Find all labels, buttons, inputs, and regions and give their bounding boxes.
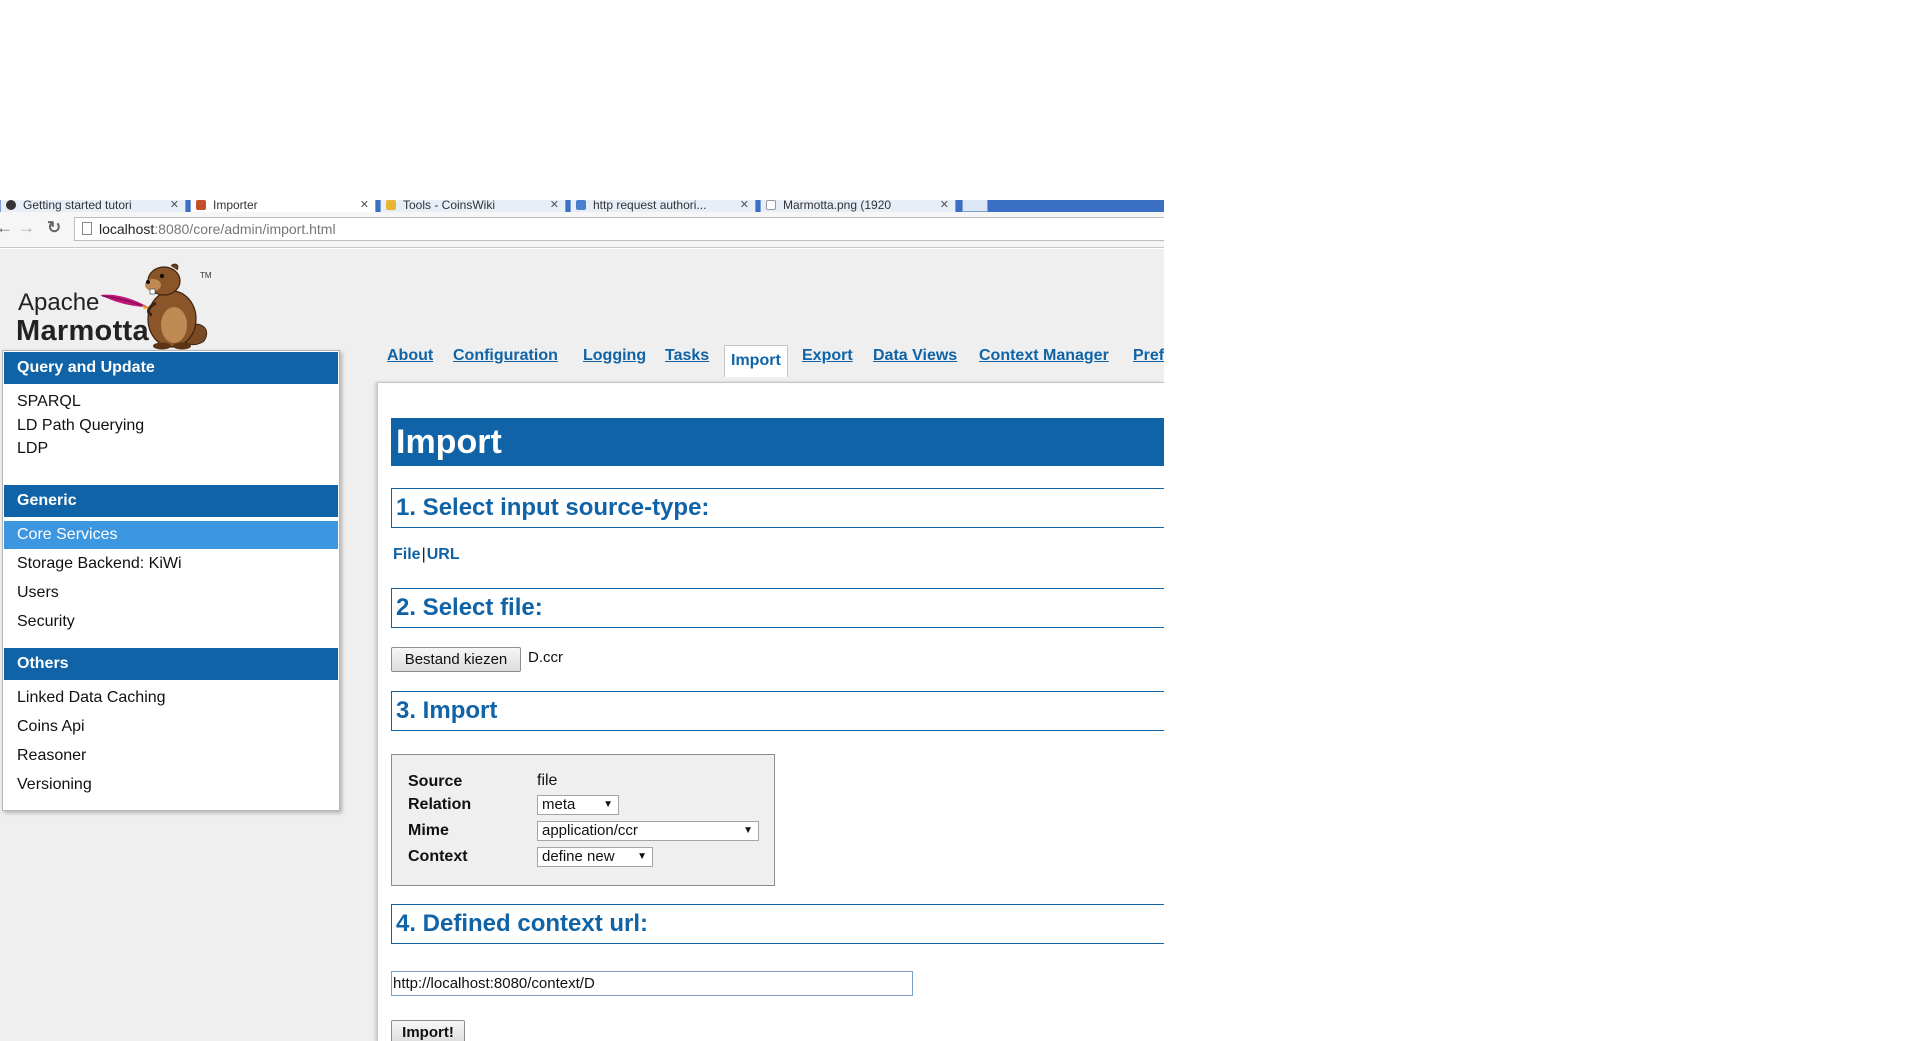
browser-tab-title: http request authori... — [593, 200, 707, 212]
context-label: Context — [408, 848, 468, 865]
close-icon[interactable]: ✕ — [740, 200, 749, 211]
sidebar-item-linked-data-caching[interactable]: Linked Data Caching — [4, 684, 338, 712]
sidebar-item-security[interactable]: Security — [4, 608, 338, 636]
relation-label: Relation — [408, 796, 472, 813]
module-tabs: About Configuration Logging Tasks Import… — [378, 345, 1164, 377]
marmotta-logo[interactable]: Apache Marmotta TM — [16, 257, 246, 352]
step4-heading: 4. Defined context url: — [391, 904, 1164, 944]
step1-heading: 1. Select input source-type: — [391, 488, 1164, 528]
sidebar-section-query-and-update: Query and Update — [4, 352, 338, 384]
source-label: Source — [408, 773, 463, 790]
source-url-link[interactable]: URL — [427, 546, 460, 563]
close-icon[interactable]: ✕ — [550, 200, 559, 211]
page-title: Import — [391, 418, 1164, 466]
github-icon — [6, 200, 16, 210]
browser-tab-title: Getting started tutori — [23, 200, 132, 212]
url-host: localhost — [99, 221, 155, 237]
mime-select-value: application/ccr — [542, 822, 638, 839]
sidebar-item-core-services[interactable]: Core Services — [4, 521, 338, 549]
tab-data-views[interactable]: Data Views — [873, 347, 957, 365]
tab-export[interactable]: Export — [802, 347, 853, 365]
marmotta-favicon-icon — [196, 200, 206, 210]
source-file-link[interactable]: File — [393, 546, 421, 563]
sidebar-item-reasoner[interactable]: Reasoner — [4, 742, 338, 770]
mime-label: Mime — [408, 822, 449, 839]
step2-heading: 2. Select file: — [391, 588, 1164, 628]
new-tab-button[interactable] — [962, 200, 988, 212]
dropdown-arrow-icon: ▼ — [743, 825, 753, 836]
sidebar-item-coins-api[interactable]: Coins Api — [4, 713, 338, 741]
page: Apache Marmotta TM Query and Update SPAR… — [0, 249, 1164, 1041]
step3-heading: 3. Import — [391, 691, 1164, 731]
browser-tab-title: Importer — [213, 200, 258, 212]
context-select-value: define new — [542, 848, 615, 865]
sidebar-item-versioning[interactable]: Versioning — [4, 771, 338, 799]
browser-tab[interactable]: Getting started tutori ✕ — [0, 200, 186, 212]
mime-select[interactable]: application/ccr ▼ — [537, 821, 759, 841]
tab-prefix[interactable]: Prefix — [1133, 347, 1164, 365]
tab-import[interactable]: Import — [724, 345, 788, 377]
marmot-mascot-icon — [100, 263, 208, 350]
address-bar[interactable]: localhost:8080/core/admin/import.html — [74, 217, 1164, 241]
source-type-selector: File|URL — [393, 546, 460, 564]
source-separator: | — [421, 546, 426, 563]
tab-configuration[interactable]: Configuration — [453, 347, 558, 365]
browser-tab-title: Marmotta.png (1920 — [783, 200, 892, 212]
context-url-input[interactable] — [391, 971, 913, 996]
tab-about[interactable]: About — [387, 347, 433, 365]
sidebar-section-generic: Generic — [4, 485, 338, 517]
relation-select-value: meta — [542, 796, 576, 813]
browser-tab-title: Tools - CoinsWiki — [403, 200, 496, 212]
back-arrow-icon[interactable]: ← — [0, 218, 13, 238]
browser-tab[interactable]: Marmotta.png (1920 ✕ — [760, 200, 956, 212]
close-icon[interactable]: ✕ — [170, 200, 179, 211]
url-path: :8080/core/admin/import.html — [154, 221, 336, 237]
page-favicon-icon — [576, 200, 586, 210]
source-value: file — [537, 772, 558, 789]
reload-icon[interactable]: ↻ — [47, 218, 61, 238]
browser-tab-strip: Getting started tutori ✕ Importer ✕ Tool… — [0, 200, 1164, 212]
browser-tab[interactable]: http request authori... ✕ — [570, 200, 756, 212]
image-file-icon — [766, 200, 776, 210]
browser-tab-active[interactable]: Importer ✕ — [190, 200, 376, 212]
sidebar-item-storage-backend[interactable]: Storage Backend: KiWi — [4, 550, 338, 578]
dropdown-arrow-icon: ▼ — [637, 851, 647, 862]
context-select[interactable]: define new ▼ — [537, 847, 653, 867]
sidebar-section-others: Others — [4, 648, 338, 680]
close-icon[interactable]: ✕ — [940, 200, 949, 211]
page-icon — [82, 222, 92, 235]
tab-tasks[interactable]: Tasks — [665, 347, 709, 365]
browser-toolbar: ← → ↻ localhost:8080/core/admin/import.h… — [0, 212, 1164, 248]
sidebar-item-users[interactable]: Users — [4, 579, 338, 607]
relation-select[interactable]: meta ▼ — [537, 795, 619, 815]
import-options-box: Source file Relation meta ▼ Mime applica… — [391, 754, 775, 886]
choose-file-button[interactable]: Bestand kiezen — [391, 647, 521, 672]
content-panel: Import 1. Select input source-type: File… — [377, 382, 1164, 1041]
dropdown-arrow-icon: ▼ — [603, 799, 613, 810]
sidebar: Query and Update SPARQL LD Path Querying… — [2, 350, 340, 811]
forward-arrow-icon[interactable]: → — [18, 218, 35, 238]
tab-logging[interactable]: Logging — [583, 347, 646, 365]
tab-context-manager[interactable]: Context Manager — [979, 347, 1109, 365]
import-button[interactable]: Import! — [391, 1020, 465, 1041]
close-icon[interactable]: ✕ — [360, 200, 369, 211]
sidebar-item-ldp[interactable]: LDP — [4, 435, 338, 463]
wiki-favicon-icon — [386, 200, 396, 210]
selected-file-name: D.ccr — [528, 649, 563, 666]
browser-tab[interactable]: Tools - CoinsWiki ✕ — [380, 200, 566, 212]
